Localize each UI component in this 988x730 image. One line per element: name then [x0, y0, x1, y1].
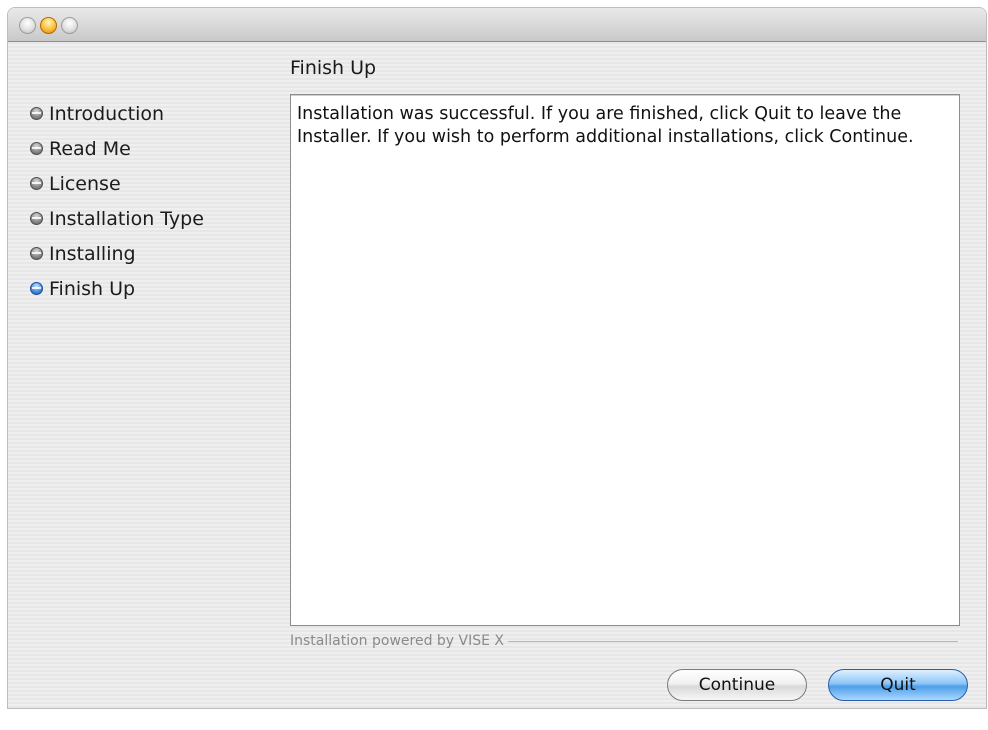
step-bullet-icon — [30, 142, 43, 155]
close-window-button[interactable] — [19, 17, 36, 34]
installer-steps-list: Introduction Read Me License Installatio… — [30, 96, 204, 306]
step-installing: Installing — [30, 236, 204, 271]
powered-by-footer: Installation powered by VISE X — [290, 632, 958, 650]
footer-divider — [508, 641, 958, 642]
step-introduction: Introduction — [30, 96, 204, 131]
step-bullet-icon — [30, 107, 43, 120]
powered-by-label: Installation powered by VISE X — [290, 633, 505, 649]
step-label: Read Me — [49, 137, 131, 160]
minimize-window-button[interactable] — [40, 17, 57, 34]
step-finish-up: Finish Up — [30, 271, 204, 306]
completion-message: Installation was successful. If you are … — [297, 104, 914, 147]
page-title: Finish Up — [290, 57, 377, 79]
step-label: Installation Type — [49, 207, 204, 230]
zoom-window-button[interactable] — [61, 17, 78, 34]
continue-button[interactable]: Continue — [667, 669, 807, 701]
step-installation-type: Installation Type — [30, 201, 204, 236]
step-license: License — [30, 166, 204, 201]
message-panel: Installation was successful. If you are … — [290, 94, 960, 626]
step-bullet-icon — [30, 212, 43, 225]
step-bullet-icon — [30, 247, 43, 260]
step-label: Finish Up — [49, 277, 136, 300]
step-read-me: Read Me — [30, 131, 204, 166]
step-label: License — [49, 172, 121, 195]
step-label: Installing — [49, 242, 136, 265]
step-bullet-icon — [30, 177, 43, 190]
title-bar — [8, 8, 986, 42]
quit-button[interactable]: Quit — [828, 669, 968, 701]
step-label: Introduction — [49, 102, 165, 125]
step-bullet-active-icon — [30, 282, 43, 295]
